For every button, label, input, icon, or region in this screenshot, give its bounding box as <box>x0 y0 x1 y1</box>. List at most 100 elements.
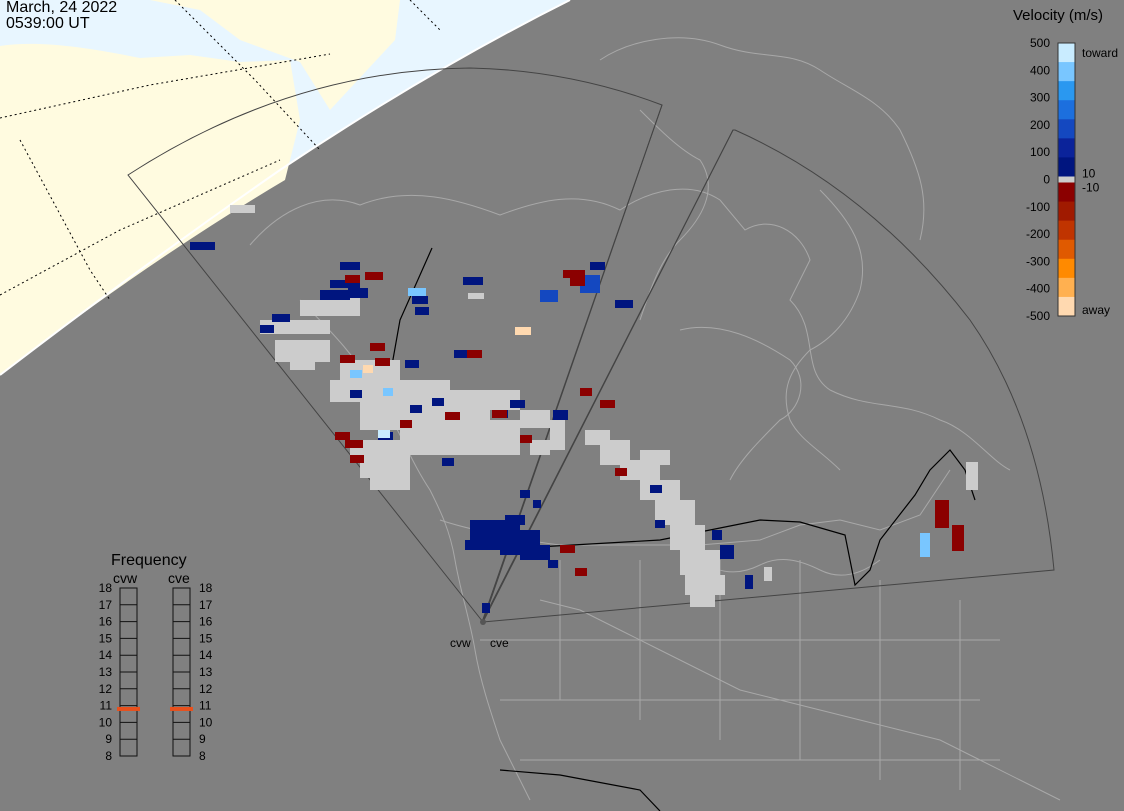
scatter-cell <box>745 575 753 589</box>
scatter-cell <box>966 462 978 490</box>
scatter-cell <box>935 500 949 528</box>
scatter-cell <box>530 440 550 455</box>
scatter-cell <box>590 262 605 270</box>
frequency-label-cvw: cvw <box>113 570 138 586</box>
frequency-indicator-cvw <box>117 706 140 711</box>
scatter-cell <box>510 400 525 408</box>
scatter-cell <box>375 358 390 366</box>
scatter-cell <box>952 525 964 551</box>
velocity-tick-label: -500 <box>1026 309 1050 323</box>
frequency-scale-right: 11 <box>199 699 212 713</box>
scatter-cell <box>553 410 568 420</box>
velocity-colorbar-away-segment <box>1058 201 1075 222</box>
scatter-cell <box>548 560 558 568</box>
scatter-cell <box>400 420 412 428</box>
scatter-cell <box>383 388 393 396</box>
frequency-label-cve: cve <box>168 570 190 586</box>
time-label: 0539:00 UT <box>6 15 90 32</box>
scatter-cell <box>340 355 355 363</box>
frequency-indicator-cve <box>170 706 193 711</box>
frequency-scale-right: 17 <box>199 598 213 612</box>
scatter-cell <box>350 370 362 378</box>
frequency-scale-left: 11 <box>100 699 113 713</box>
scatter-cell <box>348 288 368 298</box>
scatter-cell <box>335 432 350 440</box>
frequency-scale-left: 18 <box>99 581 113 595</box>
scatter-cell <box>378 430 390 438</box>
scatter-cell <box>445 412 460 420</box>
scatter-cell <box>340 262 360 270</box>
scatter-cell <box>350 455 364 463</box>
velocity-colorbar-away-segment <box>1058 182 1075 203</box>
velocity-tick-label: 100 <box>1030 145 1050 159</box>
velocity-colorbar-toward-segment <box>1058 62 1075 82</box>
scatter-cell <box>520 545 550 560</box>
velocity-colorbar-toward-segment <box>1058 138 1075 158</box>
velocity-legend-title: Velocity (m/s) <box>1013 7 1103 24</box>
velocity-colorbar-toward-segment <box>1058 81 1075 101</box>
scatter-cell <box>533 500 541 508</box>
scatter-cell <box>480 420 520 440</box>
scatter-cell <box>290 355 315 370</box>
scatter-cell <box>363 365 373 373</box>
velocity-tick-label: 0 <box>1043 173 1050 187</box>
scatter-cell <box>615 468 627 476</box>
scatter-cell <box>230 205 255 213</box>
scatter-cell <box>560 545 575 553</box>
scatter-cell <box>720 545 734 559</box>
scatter-cell <box>463 277 483 285</box>
velocity-tick-label: -400 <box>1026 282 1050 296</box>
frequency-scale-left: 15 <box>99 631 113 645</box>
scatter-cell <box>920 533 930 557</box>
velocity-label-away: away <box>1082 303 1110 317</box>
scatter-cell <box>492 410 507 418</box>
scatter-cell <box>650 485 662 493</box>
scatter-cell <box>764 567 772 581</box>
frequency-scale-right: 16 <box>199 615 213 629</box>
scatter-cell <box>440 390 520 410</box>
velocity-colorbar-toward-segment <box>1058 119 1075 139</box>
scatter-cell <box>345 440 363 448</box>
frequency-scale-right: 12 <box>199 682 213 696</box>
frequency-title: Frequency <box>111 552 187 569</box>
velocity-colorbar-away-segment <box>1058 277 1075 298</box>
scatter-cell <box>345 275 360 283</box>
scatter-cell <box>370 343 385 351</box>
frequency-panel: Frequency cvw cve 18 18 17 17 16 16 15 15 14 14 13… <box>99 552 213 763</box>
scatter-cell <box>563 270 585 278</box>
scatter-cell <box>655 520 665 528</box>
velocity-colorbar-away-segment <box>1058 258 1075 279</box>
velocity-label-plus10: 10 <box>1082 167 1096 181</box>
frequency-scale-right: 18 <box>199 581 213 595</box>
scatter-cell <box>540 290 558 302</box>
velocity-tick-label: 400 <box>1030 63 1050 77</box>
scatter-cell <box>467 350 482 358</box>
velocity-colorbar-toward-segment <box>1058 157 1075 177</box>
scatter-cell <box>370 475 410 490</box>
frequency-scale-left: 16 <box>99 615 113 629</box>
scatter-cell <box>410 405 422 413</box>
scatter-cell <box>454 350 468 358</box>
scatter-cell <box>190 242 215 250</box>
scatter-cell <box>415 307 429 315</box>
velocity-colorbar-toward-segment <box>1058 43 1075 63</box>
scatter-cell <box>570 278 585 286</box>
scatter-cell <box>680 550 720 575</box>
scatter-cell <box>468 293 484 299</box>
velocity-colorbar-away-segment <box>1058 239 1075 260</box>
scatter-cell <box>320 290 350 300</box>
frequency-scale-right: 9 <box>199 732 206 746</box>
velocity-tick-label: -200 <box>1026 227 1050 241</box>
scatter-cell <box>550 420 565 450</box>
frequency-scale-right: 13 <box>199 665 213 679</box>
frequency-scale-left: 17 <box>99 598 113 612</box>
frequency-scale-right: 14 <box>199 648 213 662</box>
scatter-cell <box>515 327 531 335</box>
scatter-cell <box>520 490 530 498</box>
frequency-scale-left: 10 <box>99 715 113 729</box>
scatter-cell <box>482 603 490 613</box>
frequency-scale-left: 14 <box>99 648 113 662</box>
scatter-cell <box>575 568 587 576</box>
frequency-scale-right: 8 <box>199 749 206 763</box>
radar-label-cve: cve <box>490 636 509 650</box>
